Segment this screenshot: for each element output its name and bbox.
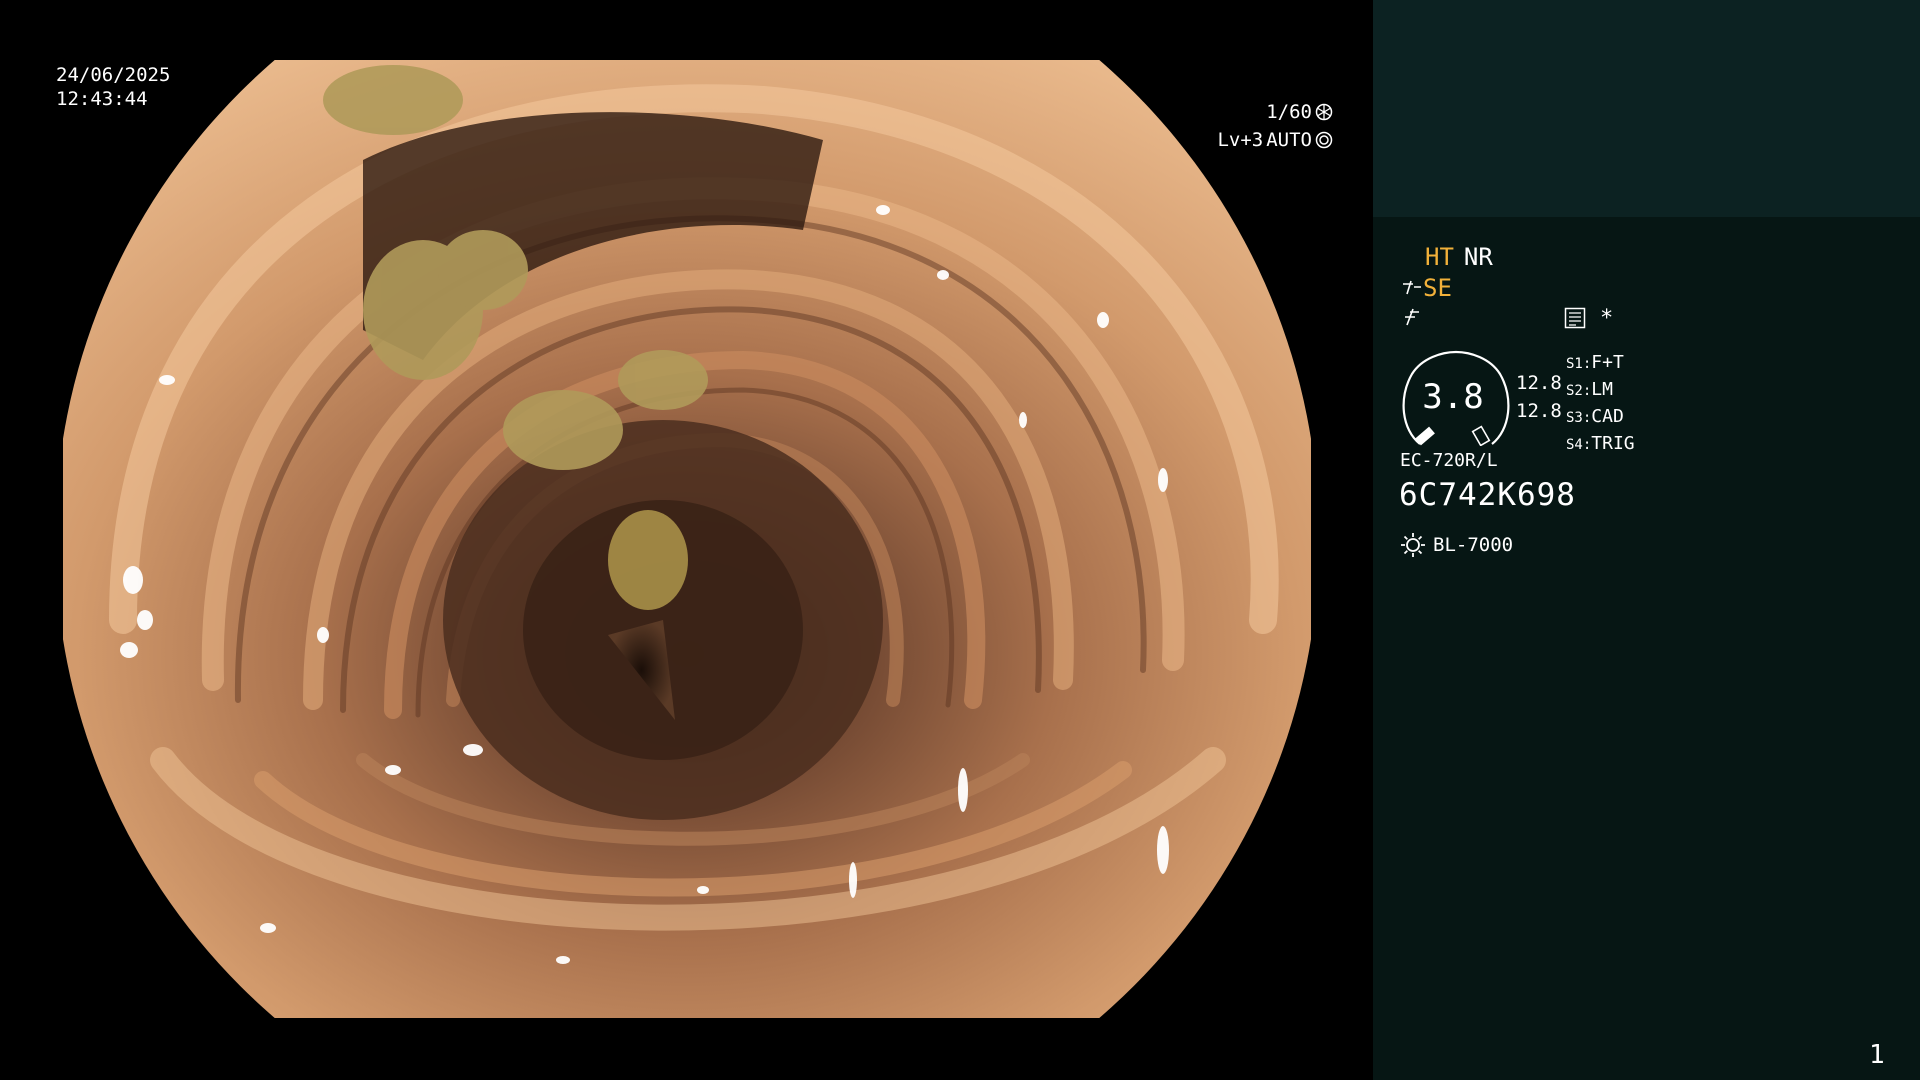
zoom-value-a: 12.8 (1516, 372, 1562, 394)
mode-ht: HT (1425, 243, 1454, 271)
light-source-label: BL-7000 (1433, 534, 1514, 556)
color-mode-row (1401, 305, 1423, 333)
info-panel (1373, 217, 1920, 1080)
menu-list-icon (1564, 307, 1586, 329)
exposure-overlay: 1/60 Lv+3 AUTO (1217, 98, 1333, 154)
softkey-s1: S1:F+T (1566, 352, 1624, 373)
endoscope-view: 24/06/2025 12:43:44 1/60 Lv+3 AUTO (0, 0, 1373, 1080)
datetime-overlay: 24/06/2025 12:43:44 (56, 63, 170, 111)
shutter-speed-text: 1/60 (1266, 101, 1312, 123)
panel-header-area (1373, 0, 1920, 217)
light-source-icon (1401, 533, 1425, 557)
softkey-s2: S2:LM (1566, 379, 1613, 400)
zoom-value-b: 12.8 (1516, 400, 1562, 422)
softkey-s3: S3:CAD (1566, 406, 1624, 427)
endoscopic-image (63, 60, 1311, 1018)
scope-model: EC-720R/L (1400, 450, 1498, 471)
structure-enhancement-row: SE (1401, 274, 1452, 302)
se-label: SE (1423, 274, 1452, 302)
zoom-gauge: 3.8 (1402, 350, 1510, 446)
asterisk-indicator: * (1600, 306, 1614, 331)
shutter-row: 1/60 (1217, 98, 1333, 126)
scope-serial: 6C742K698 (1399, 477, 1576, 513)
color-mode-icon (1405, 308, 1419, 326)
softkey-s4: S4:TRIG (1566, 433, 1635, 454)
date-text: 24/06/2025 (56, 64, 171, 86)
structure-enhancement-icon (1403, 280, 1421, 295)
time-text: 12:43:44 (56, 88, 148, 110)
page-number: 1 (1869, 1040, 1885, 1070)
light-source-row: BL-7000 (1400, 532, 1513, 558)
zoom-readout: 3.8 (1422, 377, 1483, 417)
exposure-row: Lv+3 AUTO (1217, 126, 1333, 154)
exposure-mode-text: AUTO (1266, 129, 1312, 151)
auto-iris-icon (1315, 131, 1333, 149)
mode-indicators: HT NR (1425, 243, 1503, 271)
iris-icon (1315, 103, 1333, 121)
softkey-list: S1:F+T S2:LM S3:CAD S4:TRIG (1566, 350, 1635, 458)
mode-nr: NR (1463, 243, 1493, 271)
exposure-level-text: Lv+3 (1217, 129, 1264, 151)
